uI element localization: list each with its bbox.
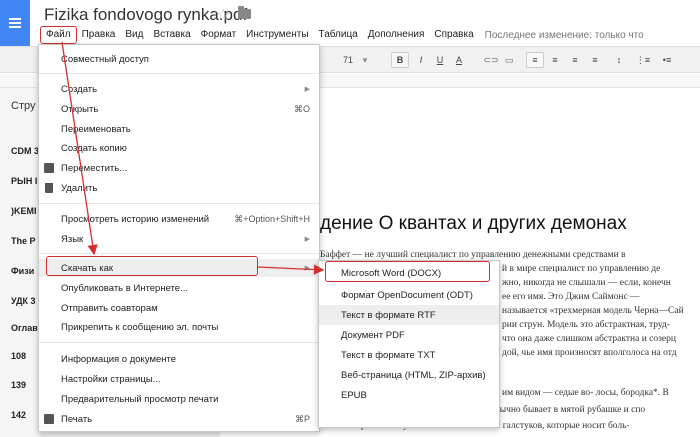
download-submenu: Microsoft Word (DOCX) Формат OpenDocumen…	[318, 260, 500, 428]
body-text-line: что она даже слишком абстрактна и созерц	[502, 334, 676, 344]
body-text-line: рии струн. Модель это абстрактная, труд-	[502, 320, 671, 330]
body-text-line: ее его имя. Это Джим Саймонс —	[502, 292, 640, 302]
outline-item[interactable]: УДК 3	[11, 296, 36, 306]
align-justify-icon[interactable]: ≡	[586, 52, 604, 68]
outline-item[interactable]: Оглав	[11, 323, 38, 333]
docs-home-icon[interactable]	[0, 0, 30, 46]
outline-title: Стру	[11, 100, 36, 112]
font-size-select[interactable]: 71	[338, 52, 358, 68]
menu-format[interactable]: Формат	[196, 27, 242, 43]
menu-lines-icon	[9, 16, 21, 30]
bold-button[interactable]: B	[391, 52, 409, 68]
menu-bar: Файл Правка Вид Вставка Формат Инструмен…	[40, 26, 644, 44]
star-icon[interactable]: ☆	[216, 5, 230, 25]
download-epub[interactable]: EPUB	[319, 385, 499, 405]
menu-help[interactable]: Справка	[429, 27, 478, 43]
outline-item[interactable]: CDM 3	[11, 146, 39, 156]
outline-item[interactable]: 139	[11, 380, 26, 390]
menu-item-move[interactable]: Переместить...	[39, 159, 319, 177]
outline-item[interactable]: The P	[11, 236, 36, 246]
body-text-line: дой, чье имя произносят вполголоса на от…	[502, 348, 677, 358]
body-text-line: называется «трехмерная модель Черна—Сай	[502, 306, 684, 316]
body-text-line: й в мире специалист по управлению де	[502, 264, 661, 274]
menu-item-document-details[interactable]: Информация о документе	[39, 350, 319, 368]
menu-addons[interactable]: Дополнения	[363, 27, 430, 43]
menu-item-print-preview[interactable]: Предварительный просмотр печати	[39, 390, 319, 408]
outline-item[interactable]: )KEMI	[11, 206, 37, 216]
body-text-line: им видом — седые во- лосы, бородка*. В	[502, 388, 669, 398]
trash-icon	[45, 183, 53, 193]
menu-item-share[interactable]: Совместный доступ	[39, 50, 319, 68]
menu-item-email-collaborators[interactable]: Отправить соавторам	[39, 299, 319, 317]
body-text-line: Баффет — не лучший специалист по управле…	[320, 250, 626, 260]
submenu-arrow-icon: ▶	[304, 265, 310, 272]
underline-button[interactable]: U	[431, 52, 449, 68]
align-left-icon[interactable]: ≡	[526, 52, 544, 68]
chevron-down-icon[interactable]: ▾	[362, 52, 368, 68]
download-pdf[interactable]: Документ PDF	[319, 325, 499, 345]
folder-icon	[44, 163, 54, 173]
printer-icon	[44, 414, 54, 424]
comment-icon[interactable]: ▭	[500, 52, 518, 68]
menu-item-open[interactable]: Открыть ⌘O	[39, 100, 319, 118]
text-color-button[interactable]: A	[450, 52, 468, 68]
submenu-arrow-icon: ▶	[304, 86, 310, 93]
line-spacing-icon[interactable]: ↕	[610, 52, 628, 68]
outline-item[interactable]: 142	[11, 410, 26, 420]
docx-highlight	[325, 261, 490, 282]
download-txt[interactable]: Текст в формате TXT	[319, 345, 499, 365]
menu-item-rename[interactable]: Переименовать	[39, 120, 319, 138]
menu-item-print[interactable]: Печать ⌘P	[39, 410, 319, 428]
menu-view[interactable]: Вид	[120, 27, 148, 43]
bulleted-list-icon[interactable]: •≡	[658, 52, 676, 68]
outline-item[interactable]: РЫН I	[11, 176, 37, 186]
outline-item[interactable]: 108	[11, 351, 26, 361]
menu-tools[interactable]: Инструменты	[241, 27, 313, 43]
document-outline: Стру CDM 3 РЫН I )KEMI The P Физи УДК 3 …	[0, 88, 40, 437]
last-edit-status[interactable]: Последнее изменение: только что	[485, 30, 644, 41]
menu-insert[interactable]: Вставка	[148, 27, 195, 43]
menu-item-make-copy[interactable]: Создать копию	[39, 139, 319, 157]
download-html[interactable]: Веб-страница (HTML, ZIP-архив)	[319, 365, 499, 385]
menu-item-publish[interactable]: Опубликовать в Интернете...	[39, 279, 319, 297]
numbered-list-icon[interactable]: ⋮≡	[634, 52, 652, 68]
submenu-arrow-icon: ▶	[304, 236, 310, 243]
link-icon[interactable]: ⊂⊃	[482, 52, 500, 68]
body-text-line: жно, никогда не слышали — если, конечн	[502, 278, 671, 288]
download-odt[interactable]: Формат OpenDocument (ODT)	[319, 285, 499, 305]
menu-item-revision-history[interactable]: Просмотреть историю изменений ⌘+Option+Sh…	[39, 210, 319, 228]
menu-item-delete[interactable]: Удалить	[39, 179, 319, 197]
align-center-icon[interactable]: ≡	[546, 52, 564, 68]
download-as-highlight	[46, 256, 258, 276]
menu-item-page-setup[interactable]: Настройки страницы...	[39, 370, 319, 388]
folder-icon[interactable]	[238, 6, 251, 19]
document-heading: дение О квантах и других демонах	[320, 213, 627, 234]
file-menu: Совместный доступ Создать ▶ Открыть ⌘O Пер…	[38, 44, 320, 432]
outline-item[interactable]: Физи	[11, 266, 34, 276]
align-right-icon[interactable]: ≡	[566, 52, 584, 68]
italic-button[interactable]: I	[412, 52, 430, 68]
download-rtf[interactable]: Текст в формате RTF	[319, 305, 499, 325]
menu-edit[interactable]: Правка	[77, 27, 121, 43]
menu-table[interactable]: Таблица	[314, 27, 363, 43]
menu-item-new[interactable]: Создать ▶	[39, 80, 319, 98]
menu-item-language[interactable]: Язык ▶	[39, 230, 319, 248]
menu-item-email-attachment[interactable]: Прикрепить к сообщению эл. почты	[39, 318, 319, 336]
menu-file[interactable]: Файл	[40, 26, 77, 44]
